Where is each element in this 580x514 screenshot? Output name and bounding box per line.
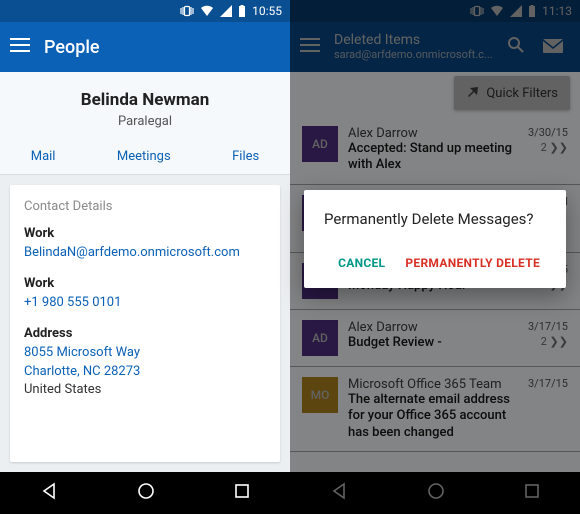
cancel-button[interactable]: CANCEL bbox=[332, 246, 391, 280]
appbar-title: People bbox=[44, 37, 100, 58]
signal-icon bbox=[220, 5, 232, 17]
tab-mail[interactable]: Mail bbox=[31, 139, 56, 174]
status-bar: 10:55 bbox=[0, 0, 290, 22]
address-label: Address bbox=[24, 326, 266, 341]
tab-files[interactable]: Files bbox=[232, 139, 259, 174]
address-line1[interactable]: 8055 Microsoft Way bbox=[24, 344, 266, 362]
details-header: Contact Details bbox=[24, 199, 266, 214]
email-field: Work BelindaN@arfdemo.onmicrosoft.com bbox=[24, 226, 266, 262]
nav-bar bbox=[0, 472, 290, 514]
address-field: Address 8055 Microsoft Way Charlotte, NC… bbox=[24, 326, 266, 399]
right-phone: 11:13 Deleted Items sarad@arfdemo.onmicr… bbox=[290, 0, 580, 514]
email-value[interactable]: BelindaN@arfdemo.onmicrosoft.com bbox=[24, 244, 266, 262]
battery-icon bbox=[238, 5, 246, 17]
contact-details-card: Contact Details Work BelindaN@arfdemo.on… bbox=[10, 185, 280, 462]
tab-meetings[interactable]: Meetings bbox=[117, 139, 171, 174]
contact-name: Belinda Newman bbox=[0, 90, 290, 110]
address-country: United States bbox=[24, 381, 266, 399]
phone-field: Work +1 980 555 0101 bbox=[24, 276, 266, 312]
phone-label: Work bbox=[24, 276, 266, 291]
dialog-title: Permanently Delete Messages? bbox=[324, 210, 546, 228]
status-time: 10:55 bbox=[252, 4, 282, 18]
home-icon[interactable] bbox=[137, 482, 155, 504]
left-phone: 10:55 People Belinda Newman Paralegal Ma… bbox=[0, 0, 290, 514]
contact-header: Belinda Newman Paralegal bbox=[0, 72, 290, 139]
permanently-delete-button[interactable]: PERMANENTLY DELETE bbox=[399, 246, 546, 280]
address-line2[interactable]: Charlotte, NC 28273 bbox=[24, 363, 266, 381]
wifi-icon bbox=[200, 5, 214, 17]
menu-icon[interactable] bbox=[10, 37, 30, 57]
vibrate-icon bbox=[180, 5, 194, 17]
delete-dialog: Permanently Delete Messages? CANCEL PERM… bbox=[304, 190, 566, 288]
back-icon[interactable] bbox=[40, 482, 58, 504]
recent-icon[interactable] bbox=[234, 483, 250, 503]
contact-role: Paralegal bbox=[0, 114, 290, 129]
phone-value[interactable]: +1 980 555 0101 bbox=[24, 294, 266, 312]
tab-strip: Mail Meetings Files bbox=[0, 139, 290, 175]
app-bar: People bbox=[0, 22, 290, 72]
email-label: Work bbox=[24, 226, 266, 241]
